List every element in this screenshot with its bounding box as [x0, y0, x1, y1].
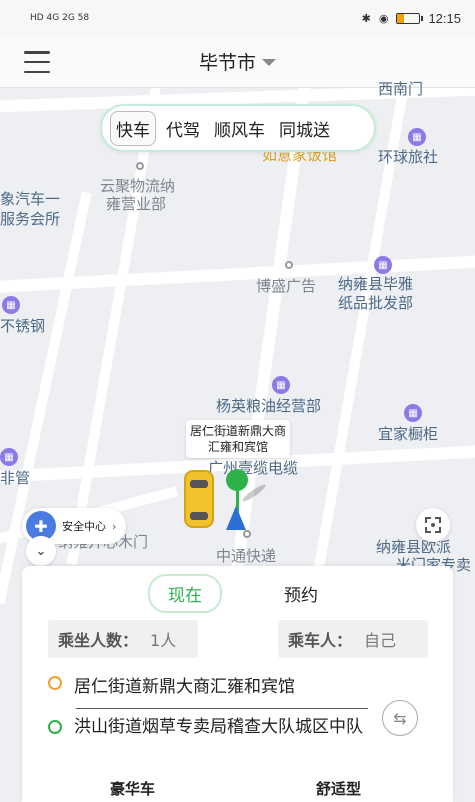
poi-shop-icon: ▦ — [272, 376, 290, 394]
route-from[interactable]: 居仁街道新鼎大商汇雍和宾馆 — [48, 672, 295, 697]
origin-dot-icon — [48, 676, 62, 690]
poi-label: 西南门 — [378, 80, 424, 98]
tab-tongchengsong[interactable]: 同城送 — [275, 112, 334, 145]
poi-shop-icon: ▦ — [0, 448, 18, 466]
city-name: 毕节市 — [198, 52, 256, 74]
safety-center-label: 安全中心 — [62, 520, 106, 533]
location-icon: ◉ — [378, 11, 389, 25]
poi-label: 环球旅社 — [378, 148, 439, 166]
tab-daijia[interactable]: 代驾 — [162, 112, 204, 145]
poi-label: 广州壹缆电缆 — [208, 459, 299, 477]
service-tabs: 快车 代驾 顺风车 同城送 — [100, 104, 376, 152]
status-bar-right: ✱ ◉ 12:15 — [362, 11, 461, 26]
battery-icon — [396, 12, 424, 24]
car-type-luxury[interactable]: 豪华车 — [110, 778, 155, 799]
rider-label: 乘车人： — [288, 631, 353, 650]
rider-value: 自己 — [364, 631, 397, 650]
poi-shop-icon: ▦ — [374, 256, 392, 274]
passenger-count-value: 1人 — [150, 631, 177, 650]
poi-label: 云聚物流纳 — [100, 177, 176, 195]
menu-icon[interactable] — [24, 51, 50, 73]
poi-dot-icon — [243, 530, 251, 538]
poi-dot-icon — [136, 162, 144, 170]
poi-label: 杨英粮油经营部 — [216, 397, 322, 415]
destination-dot-icon — [48, 720, 62, 734]
status-time: 12:15 — [428, 10, 461, 26]
poi-label: 不锈钢 — [0, 317, 46, 335]
pickup-pin-icon[interactable] — [226, 469, 248, 491]
tab-shunfengche[interactable]: 顺风车 — [210, 112, 269, 145]
car-type-comfort[interactable]: 舒适型 — [316, 778, 361, 799]
poi-label: 雍营业部 — [106, 195, 167, 213]
status-indicators: HD 4G 2G 58 — [30, 13, 90, 23]
route-divider — [76, 708, 368, 709]
swap-route-icon[interactable]: ⇆ — [382, 700, 418, 736]
tab-kuaiche[interactable]: 快车 — [110, 110, 156, 146]
pickup-label: 居仁街道新鼎大商汇雍和宾馆 — [186, 420, 290, 458]
tab-now[interactable]: 现在 — [148, 574, 222, 613]
booking-panel: 现在 预约 乘坐人数： 1人 乘车人： 自己 居仁街道新鼎大商汇雍和宾馆 洪山街… — [22, 566, 453, 802]
poi-hotel-icon: ▦ — [408, 128, 426, 146]
poi-label: 服务会所 — [0, 210, 61, 228]
poi-label: 纳雍县毕雅 — [338, 275, 414, 293]
caret-down-icon — [262, 59, 276, 66]
passenger-count-label: 乘坐人数： — [58, 631, 139, 650]
poi-label: 象汽车一 — [0, 190, 61, 208]
route-to[interactable]: 洪山街道烟草专卖局稽查大队城区中队 — [48, 716, 368, 738]
time-tabs: 现在 预约 — [148, 574, 336, 613]
navigation-arrow-icon — [226, 506, 246, 530]
poi-dot-icon — [285, 261, 293, 269]
poi-shop-icon: ▦ — [404, 404, 422, 422]
locate-icon[interactable] — [416, 508, 450, 542]
route-from-text: 居仁街道新鼎大商汇雍和宾馆 — [74, 677, 295, 697]
chevron-right-icon: › — [112, 519, 117, 533]
poi-shop-icon: ▦ — [2, 296, 20, 314]
poi-label: 非管 — [0, 469, 31, 487]
city-selector[interactable]: 毕节市 — [199, 48, 276, 75]
taxi-car-icon — [184, 470, 214, 528]
poi-label: 博盛广告 — [256, 277, 317, 295]
poi-label: 纸品批发部 — [338, 294, 414, 312]
route-to-text: 洪山街道烟草专卖局稽查大队城区中队 — [74, 717, 363, 737]
poi-label: 中通快递 — [216, 547, 277, 565]
chevron-down-icon[interactable]: ⌄ — [26, 536, 56, 566]
status-bar-left: HD 4G 2G 58 — [30, 13, 89, 23]
poi-label: 纳雍县欧派 — [376, 538, 452, 556]
tab-reserve[interactable]: 预约 — [266, 576, 336, 611]
status-bar: HD 4G 2G 58 ✱ ◉ 12:15 — [0, 0, 475, 36]
bluetooth-icon: ✱ — [361, 11, 371, 25]
passenger-count-field[interactable]: 乘坐人数： 1人 — [48, 620, 198, 658]
rider-field[interactable]: 乘车人： 自己 — [278, 620, 428, 658]
poi-label: 宜家橱柜 — [378, 425, 439, 443]
